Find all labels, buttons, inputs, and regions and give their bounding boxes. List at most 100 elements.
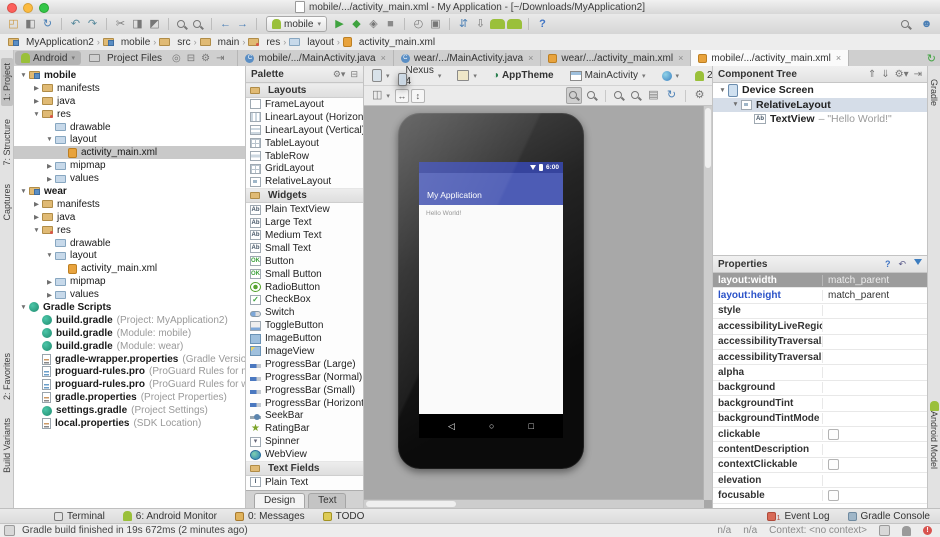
tool-strip-tab[interactable]: 7: Structure (1, 114, 13, 171)
palette-item[interactable]: WebView (246, 448, 363, 461)
revert-icon[interactable]: ↶ (898, 259, 906, 270)
breadcrumb-item[interactable]: mobile (103, 37, 150, 48)
toolwindow-button-terminal[interactable]: Terminal (54, 511, 105, 522)
minimize-window-icon[interactable] (23, 3, 33, 13)
help-icon[interactable]: ? (885, 259, 891, 270)
palette-item[interactable]: ProgressBar (Horizontal) (246, 397, 363, 410)
tool-strip-tab[interactable]: Build Variants (1, 413, 13, 478)
toolwindow-button-android[interactable]: 6: Android Monitor (123, 511, 217, 522)
tool-strip-tab[interactable]: Android Model (928, 396, 940, 474)
design-canvas[interactable]: 6:00 My Application Hello World! ◁ ○ □ (364, 106, 712, 508)
device-preview-screen[interactable]: 6:00 My Application Hello World! ◁ ○ □ (419, 162, 563, 438)
refresh-icon[interactable]: ↻ (664, 87, 679, 104)
property-row[interactable]: contentDescription (713, 442, 927, 457)
orientation-dropdown[interactable]: ▾ (454, 70, 480, 81)
tree-arrow-icon[interactable]: ▶ (44, 291, 55, 299)
hide-panel-icon[interactable]: ⇥ (213, 53, 227, 64)
tree-arrow-icon[interactable]: ▼ (18, 304, 29, 311)
palette-item[interactable]: TableLayout (246, 137, 363, 150)
palette-item[interactable]: Switch (246, 306, 363, 319)
device-dropdown[interactable]: Nexus 4▾ (403, 65, 445, 87)
palette-item[interactable]: AbMedium Text (246, 229, 363, 242)
property-row[interactable]: backgroundTintMode (713, 412, 927, 427)
palette-item[interactable]: IPlain Text (246, 476, 363, 489)
tree-item[interactable]: ▶values (14, 288, 245, 301)
property-row[interactable]: accessibilityLiveRegion (713, 319, 927, 334)
toolwindow-button-event-log[interactable]: 1Event Log (767, 511, 830, 522)
tree-arrow-icon[interactable]: ▶ (44, 175, 55, 183)
stop-icon[interactable]: ■ (383, 16, 398, 33)
palette-item[interactable]: ProgressBar (Large) (246, 358, 363, 371)
editor-tab[interactable]: mobile/.../activity_main.xml× (691, 50, 849, 66)
tree-item[interactable]: ▼res (14, 224, 245, 237)
toolwindow-button-messages[interactable]: 0: Messages (235, 511, 305, 522)
search-icon[interactable] (899, 17, 913, 32)
property-row[interactable]: background (713, 381, 927, 396)
tool-strip-tab[interactable]: 1: Project (1, 58, 13, 106)
property-row[interactable]: layout:widthmatch_parent (713, 273, 927, 288)
tree-item[interactable]: ▼res (14, 108, 245, 121)
tree-arrow-icon[interactable]: ▶ (31, 84, 42, 92)
palette-section-header[interactable]: Text Fields (246, 461, 363, 476)
tree-item[interactable]: ▶java (14, 95, 245, 108)
tree-arrow-icon[interactable]: ▼ (31, 227, 42, 234)
palette-item[interactable]: SeekBar (246, 409, 363, 422)
palette-item[interactable]: FrameLayout (246, 98, 363, 111)
tree-item[interactable]: ▶java (14, 211, 245, 224)
forward-nav-icon[interactable]: → (235, 16, 250, 33)
breadcrumb-item[interactable]: MyApplication2 (8, 37, 94, 48)
breadcrumb-item[interactable]: res (248, 37, 280, 48)
avd-manager-icon[interactable] (490, 19, 505, 29)
minimize-icon[interactable]: ⊟ (350, 69, 358, 80)
palette-item[interactable]: LinearLayout (Horizontal) (246, 111, 363, 124)
settings-icon[interactable]: ⚙▾ (333, 69, 346, 80)
tree-item[interactable]: build.gradle(Module: wear) (14, 340, 245, 353)
checkbox[interactable] (828, 459, 839, 470)
close-tab-icon[interactable]: × (381, 53, 386, 63)
run-configuration-dropdown[interactable]: mobile ▾ (266, 16, 327, 32)
breadcrumb-item[interactable]: main (200, 37, 240, 48)
breadcrumb-item[interactable]: src (159, 37, 190, 48)
tree-arrow-icon[interactable]: ▼ (18, 72, 29, 79)
tree-arrow-icon[interactable]: ▶ (31, 213, 42, 221)
property-row[interactable]: contextClickable (713, 458, 927, 473)
property-row[interactable]: alpha (713, 365, 927, 380)
android-device-icon[interactable] (507, 19, 522, 29)
locale-dropdown[interactable]: ▾ (659, 71, 683, 81)
property-row[interactable]: clickable (713, 427, 927, 442)
tree-arrow-icon[interactable]: ▶ (31, 200, 42, 208)
tree-arrow-icon[interactable]: ▼ (44, 136, 55, 143)
palette-item[interactable]: AbPlain TextView (246, 203, 363, 216)
toolwindow-button-gradle-console[interactable]: Gradle Console (848, 511, 930, 522)
android-gray-icon[interactable] (902, 526, 911, 536)
zoom-out-icon[interactable] (629, 88, 643, 103)
property-row[interactable]: layout:heightmatch_parent (713, 288, 927, 303)
coverage-icon[interactable]: ◈ (366, 16, 381, 33)
property-row[interactable]: elevation (713, 473, 927, 488)
maximize-window-icon[interactable] (39, 3, 49, 13)
component-tree-node[interactable]: AbTextView– "Hello World!" (713, 112, 927, 127)
palette-item[interactable]: ImageView (246, 345, 363, 358)
project-files-tab[interactable]: Project Files (83, 51, 168, 65)
run-icon[interactable]: ▶ (332, 16, 347, 33)
sync-status-icon[interactable]: ↻ (927, 52, 936, 65)
editor-tab[interactable]: Cmobile/.../MainActivity.java× (237, 50, 393, 66)
palette-item[interactable]: ▾Spinner (246, 435, 363, 448)
close-window-icon[interactable] (7, 3, 17, 13)
tree-item[interactable]: drawable (14, 237, 245, 250)
locate-icon[interactable]: ◎ (169, 53, 184, 64)
lock-icon[interactable] (879, 525, 890, 536)
breadcrumb-item[interactable]: activity_main.xml (343, 37, 435, 48)
tree-arrow-icon[interactable]: ▼ (18, 188, 29, 195)
tree-item[interactable]: ▶values (14, 172, 245, 185)
tree-item[interactable]: settings.gradle(Project Settings) (14, 404, 245, 417)
component-tree-node[interactable]: ▼Device Screen (713, 83, 927, 98)
component-tree-node[interactable]: ▼RelativeLayout (713, 98, 927, 113)
palette-item[interactable]: OKButton (246, 255, 363, 268)
tree-arrow-icon[interactable]: ▶ (44, 278, 55, 286)
tree-item[interactable]: build.gradle(Module: mobile) (14, 327, 245, 340)
zoom-actual-size-icon[interactable] (585, 88, 599, 103)
activity-dropdown[interactable]: MainActivity▾ (567, 70, 649, 81)
undo-icon[interactable]: ↶ (68, 16, 83, 33)
tree-arrow-icon[interactable]: ▶ (31, 97, 42, 105)
